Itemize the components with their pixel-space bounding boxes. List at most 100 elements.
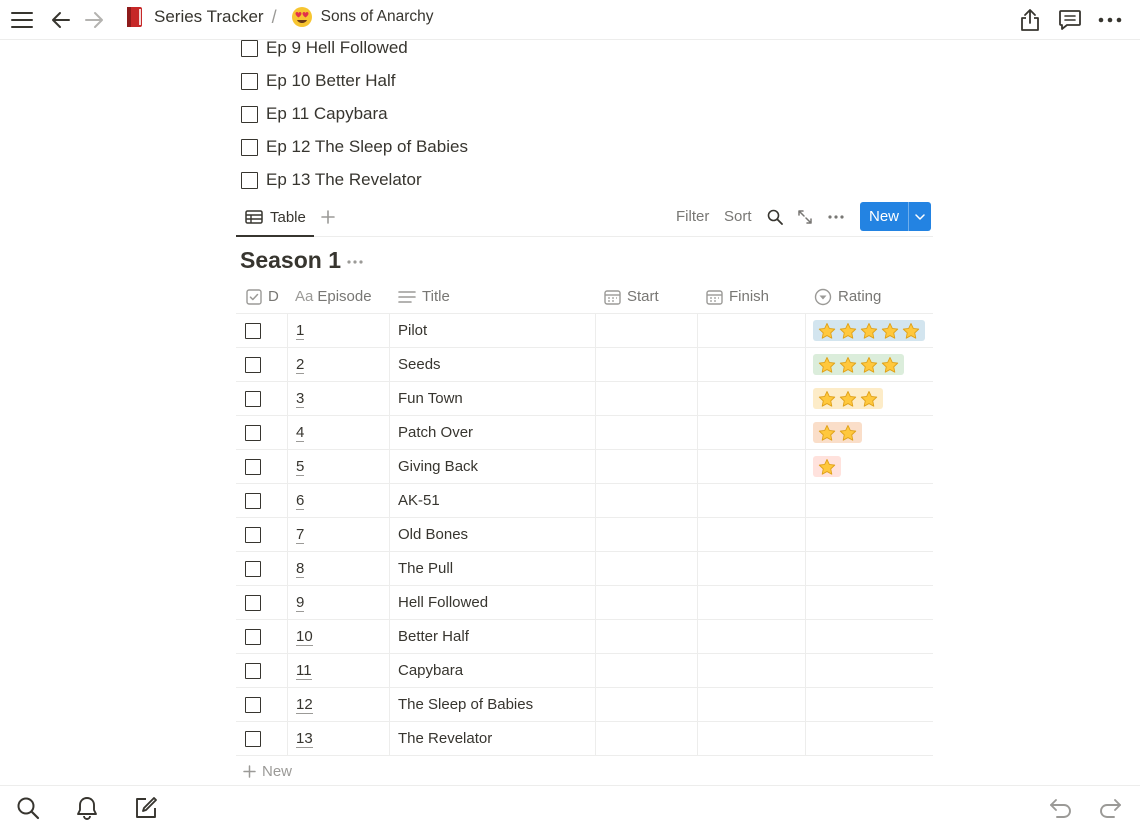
done-checkbox[interactable] [245, 356, 261, 373]
group-more-icon[interactable] [345, 252, 365, 272]
title-cell[interactable]: The Revelator [398, 722, 492, 755]
table-row[interactable]: 4 Patch Over [236, 416, 933, 450]
done-cell[interactable] [245, 484, 261, 517]
episode-cell[interactable]: 10 [296, 620, 313, 653]
done-cell[interactable] [245, 586, 261, 619]
episode-cell[interactable]: 8 [296, 552, 305, 585]
done-cell[interactable] [245, 518, 261, 551]
table-row[interactable]: 13 The Revelator [236, 722, 933, 756]
start-cell[interactable] [596, 450, 697, 483]
done-cell[interactable] [245, 654, 261, 687]
done-checkbox[interactable] [245, 526, 261, 543]
start-cell[interactable] [596, 722, 697, 755]
episode-cell[interactable]: 6 [296, 484, 305, 517]
start-cell[interactable] [596, 484, 697, 517]
expand-icon[interactable] [795, 207, 815, 227]
column-header-episode[interactable]: Aa Episode [295, 280, 372, 313]
rating-cell[interactable] [813, 450, 841, 483]
done-checkbox[interactable] [245, 322, 261, 339]
bell-icon[interactable] [73, 794, 101, 822]
start-cell[interactable] [596, 382, 697, 415]
search-icon[interactable] [765, 207, 785, 227]
more-icon[interactable] [1096, 6, 1124, 34]
finish-cell[interactable] [698, 518, 805, 551]
table-row[interactable]: 10 Better Half [236, 620, 933, 654]
todo-checkbox[interactable] [241, 105, 258, 123]
add-view-icon[interactable] [318, 207, 338, 227]
todo-checkbox[interactable] [241, 171, 258, 189]
done-checkbox[interactable] [245, 696, 261, 713]
table-row[interactable]: 9 Hell Followed [236, 586, 933, 620]
finish-cell[interactable] [698, 382, 805, 415]
todo-checkbox[interactable] [241, 138, 258, 156]
comment-icon[interactable] [1056, 6, 1084, 34]
episode-cell[interactable]: 3 [296, 382, 305, 415]
redo-icon[interactable] [1096, 794, 1124, 822]
finish-cell[interactable] [698, 416, 805, 449]
done-checkbox[interactable] [245, 594, 261, 611]
title-cell[interactable]: Old Bones [398, 518, 468, 551]
table-row[interactable]: 2 Seeds [236, 348, 933, 382]
new-button[interactable]: New [860, 202, 931, 231]
todo-checkbox[interactable] [241, 72, 258, 90]
start-cell[interactable] [596, 620, 697, 653]
start-cell[interactable] [596, 518, 697, 551]
todo-checkbox[interactable] [241, 39, 258, 57]
table-row[interactable]: 3 Fun Town [236, 382, 933, 416]
episode-cell[interactable]: 13 [296, 722, 313, 755]
undo-icon[interactable] [1047, 794, 1075, 822]
done-cell[interactable] [245, 450, 261, 483]
filter-button[interactable]: Filter [676, 208, 709, 225]
breadcrumb-root[interactable]: Series Tracker [154, 7, 264, 27]
start-cell[interactable] [596, 416, 697, 449]
search-icon[interactable] [14, 794, 42, 822]
title-cell[interactable]: The Sleep of Babies [398, 688, 533, 721]
todo-item[interactable]: Ep 9 Hell Followed [241, 36, 408, 60]
title-cell[interactable]: Giving Back [398, 450, 478, 483]
back-arrow-icon[interactable] [47, 6, 75, 34]
done-cell[interactable] [245, 416, 261, 449]
done-cell[interactable] [245, 722, 261, 755]
finish-cell[interactable] [698, 348, 805, 381]
rating-cell[interactable] [813, 382, 883, 415]
finish-cell[interactable] [698, 552, 805, 585]
finish-cell[interactable] [698, 722, 805, 755]
finish-cell[interactable] [698, 586, 805, 619]
episode-cell[interactable]: 4 [296, 416, 305, 449]
compose-icon[interactable] [132, 794, 160, 822]
done-checkbox[interactable] [245, 492, 261, 509]
finish-cell[interactable] [698, 484, 805, 517]
episode-cell[interactable]: 2 [296, 348, 305, 381]
table-row[interactable]: 5 Giving Back [236, 450, 933, 484]
share-icon[interactable] [1016, 6, 1044, 34]
rating-cell[interactable] [813, 314, 925, 347]
group-title[interactable]: Season 1 [240, 247, 341, 274]
episode-cell[interactable]: 1 [296, 314, 305, 347]
done-cell[interactable] [245, 552, 261, 585]
title-cell[interactable]: The Pull [398, 552, 453, 585]
done-checkbox[interactable] [245, 560, 261, 577]
title-cell[interactable]: Seeds [398, 348, 441, 381]
tab-table-view[interactable]: Table [236, 199, 314, 237]
done-checkbox[interactable] [245, 424, 261, 441]
start-cell[interactable] [596, 688, 697, 721]
start-cell[interactable] [596, 586, 697, 619]
finish-cell[interactable] [698, 620, 805, 653]
start-cell[interactable] [596, 348, 697, 381]
add-row-button[interactable]: New [243, 760, 292, 782]
episode-cell[interactable]: 11 [296, 654, 312, 687]
done-checkbox[interactable] [245, 628, 261, 645]
column-header-finish[interactable]: Finish [706, 280, 769, 313]
column-header-rating[interactable]: Rating [814, 280, 881, 313]
column-header-done[interactable]: D [246, 280, 279, 313]
sort-button[interactable]: Sort [724, 208, 752, 225]
done-cell[interactable] [245, 620, 261, 653]
table-row[interactable]: 6 AK-51 [236, 484, 933, 518]
table-row[interactable]: 12 The Sleep of Babies [236, 688, 933, 722]
title-cell[interactable]: Pilot [398, 314, 427, 347]
table-row[interactable]: 1 Pilot [236, 314, 933, 348]
done-cell[interactable] [245, 348, 261, 381]
done-checkbox[interactable] [245, 458, 261, 475]
table-row[interactable]: 8 The Pull [236, 552, 933, 586]
rating-cell[interactable] [813, 416, 862, 449]
